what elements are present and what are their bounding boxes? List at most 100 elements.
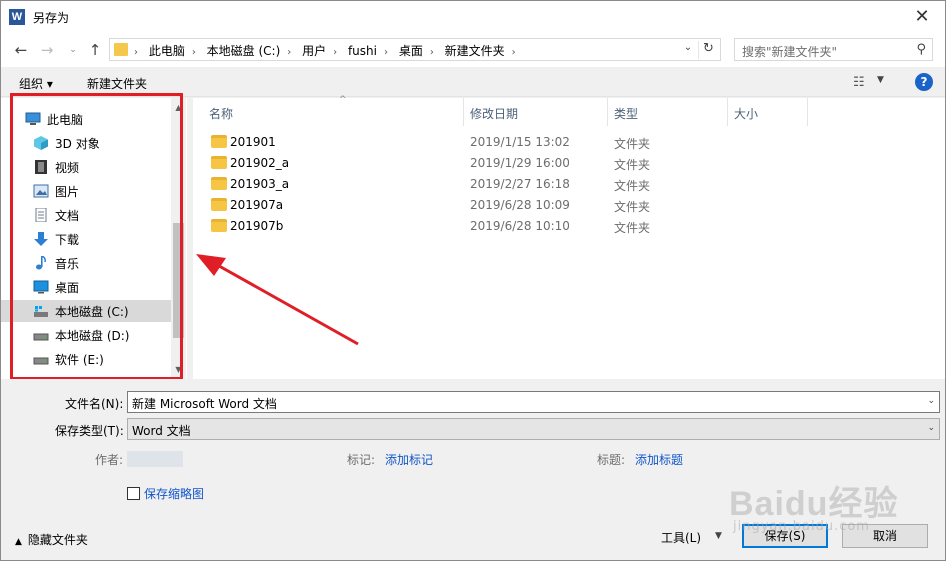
file-date: 2019/6/28 10:10 — [470, 219, 570, 233]
column-header-type[interactable]: 类型 — [608, 98, 728, 126]
folder-icon — [114, 43, 128, 56]
breadcrumb-item[interactable]: 此电脑 — [149, 44, 185, 58]
nav-scrollbar[interactable]: ▲ ▼ — [171, 98, 186, 379]
help-icon[interactable]: ? — [915, 73, 933, 91]
drive-icon — [33, 333, 49, 341]
save-thumbnail-checkbox[interactable] — [127, 487, 140, 500]
up-arrow-icon[interactable]: ↑ — [85, 40, 105, 60]
tags-label: 标记: — [347, 453, 376, 467]
filename-label: 文件名(N): — [65, 397, 124, 411]
nav-item-pictures[interactable]: 图片 — [1, 180, 171, 202]
folder-icon — [211, 156, 227, 169]
save-as-dialog: W 另存为 ✕ ← → ⌄ ↑ › 此电脑 › 本地磁盘 (C:) › 用户 › fu… — [0, 0, 946, 561]
hide-folders-toggle[interactable]: ▲ 隐藏文件夹 — [15, 531, 88, 548]
file-name: 201907b — [230, 219, 284, 233]
file-name: 201901 — [230, 135, 276, 149]
add-title-link[interactable]: 添加标题 — [635, 451, 683, 468]
nav-item-label: 软件 (E:) — [55, 353, 104, 367]
refresh-icon[interactable]: ↻ — [698, 41, 718, 59]
nav-item-music[interactable]: 音乐 — [1, 252, 171, 274]
file-date: 2019/1/15 13:02 — [470, 135, 570, 149]
navigation-pane: 此电脑 3D 对象 视频 图片 文档 下载 音乐 桌面 本地磁盘 (C:) 本地… — [1, 98, 187, 379]
nav-item-label: 图片 — [55, 185, 80, 199]
nav-item-label: 视频 — [55, 161, 80, 175]
file-row[interactable]: 201902_a 2019/1/29 16:00 文件夹 — [203, 153, 673, 174]
picture-icon — [33, 184, 49, 198]
save-button[interactable]: 保存(S) — [742, 524, 828, 548]
breadcrumb-item[interactable]: 用户 — [302, 44, 326, 58]
nav-item-documents[interactable]: 文档 — [1, 204, 171, 226]
folder-icon — [211, 198, 227, 211]
filetype-label: 保存类型(T): — [55, 424, 124, 438]
nav-item-label: 3D 对象 — [55, 137, 100, 151]
address-dropdown-chevron-icon[interactable]: ⌄ — [680, 42, 696, 53]
file-name: 201903_a — [230, 177, 290, 191]
file-type: 文件夹 — [614, 200, 651, 214]
nav-item-local-disk-d[interactable]: 本地磁盘 (D:) — [1, 324, 171, 346]
drive-icon — [33, 357, 49, 365]
file-row[interactable]: 201907a 2019/6/28 10:09 文件夹 — [203, 195, 673, 216]
nav-item-local-disk-c[interactable]: 本地磁盘 (C:) — [1, 300, 171, 322]
view-options-icon[interactable]: ☷ — [853, 75, 865, 90]
nav-item-desktop[interactable]: 桌面 — [1, 276, 171, 298]
column-header-label: 修改日期 — [470, 107, 519, 121]
file-row[interactable]: 201903_a 2019/2/27 16:18 文件夹 — [203, 174, 673, 195]
folder-icon — [211, 219, 227, 232]
scroll-down-icon[interactable]: ▼ — [171, 362, 186, 377]
folder-icon — [211, 135, 227, 148]
filename-field[interactable]: 新建 Microsoft Word 文档 ⌄ — [127, 391, 940, 413]
breadcrumb-item[interactable]: 新建文件夹 — [445, 44, 505, 58]
tools-button[interactable]: 工具(L) — [661, 529, 701, 546]
scroll-thumb[interactable] — [173, 223, 184, 338]
breadcrumb-item[interactable]: 本地磁盘 (C:) — [207, 44, 281, 58]
file-row[interactable]: 201907b 2019/6/28 10:10 文件夹 — [203, 216, 673, 237]
nav-item-label: 本地磁盘 (C:) — [55, 305, 129, 319]
chevron-down-icon[interactable]: ⌄ — [927, 396, 935, 406]
save-form: 文件名(N): 新建 Microsoft Word 文档 ⌄ 保存类型(T): … — [1, 379, 945, 560]
file-row[interactable]: 201901 2019/1/15 13:02 文件夹 — [203, 132, 673, 153]
film-icon — [35, 160, 47, 174]
add-tags-link[interactable]: 添加标记 — [385, 451, 433, 468]
sort-ascending-icon: ^ — [339, 95, 347, 105]
close-button[interactable]: ✕ — [899, 1, 945, 33]
scroll-up-icon[interactable]: ▲ — [171, 100, 186, 115]
organize-button[interactable]: 组织 ▾ — [19, 75, 53, 92]
desktop-icon — [33, 280, 49, 294]
filetype-select[interactable]: Word 文档 ⌄ — [127, 418, 940, 440]
breadcrumb-item[interactable]: fushi — [348, 44, 377, 58]
file-name: 201902_a — [230, 156, 290, 170]
search-placeholder: 搜索"新建文件夹" — [742, 45, 838, 59]
search-input[interactable]: 搜索"新建文件夹" ⚲ — [734, 38, 933, 61]
column-header-date[interactable]: 修改日期 — [464, 98, 608, 126]
cancel-button[interactable]: 取消 — [842, 524, 928, 548]
column-header-name[interactable]: 名称 ^ — [203, 95, 464, 126]
breadcrumb-item[interactable]: 桌面 — [399, 44, 423, 58]
nav-item-label: 本地磁盘 (D:) — [55, 329, 130, 343]
nav-item-videos[interactable]: 视频 — [1, 156, 171, 178]
filetype-value: Word 文档 — [132, 424, 191, 438]
back-arrow-icon[interactable]: ← — [11, 40, 31, 60]
nav-item-software-e[interactable]: 软件 (E:) — [1, 348, 171, 370]
filename-value: 新建 Microsoft Word 文档 — [132, 397, 277, 411]
document-icon — [35, 208, 47, 222]
forward-arrow-icon[interactable]: → — [37, 40, 57, 60]
nav-item-label: 文档 — [55, 209, 80, 223]
nav-item-3d-objects[interactable]: 3D 对象 — [1, 132, 171, 154]
new-folder-button[interactable]: 新建文件夹 — [87, 75, 147, 92]
cube-icon — [34, 136, 48, 150]
chevron-down-icon[interactable]: ⌄ — [927, 423, 935, 433]
view-dropdown-chevron-icon[interactable]: ▼ — [877, 75, 884, 85]
author-value[interactable] — [127, 451, 183, 467]
nav-item-this-pc[interactable]: 此电脑 — [1, 108, 171, 130]
column-header-size[interactable]: 大小 — [728, 98, 808, 126]
file-type: 文件夹 — [614, 221, 651, 235]
address-bar[interactable]: › 此电脑 › 本地磁盘 (C:) › 用户 › fushi › 桌面 › 新建文件夹 › … — [109, 38, 721, 61]
search-icon[interactable]: ⚲ — [916, 42, 926, 57]
nav-item-label: 此电脑 — [47, 113, 84, 127]
save-thumbnail-label[interactable]: 保存缩略图 — [144, 485, 204, 502]
nav-item-downloads[interactable]: 下载 — [1, 228, 171, 250]
file-date: 2019/2/27 16:18 — [470, 177, 570, 191]
nav-item-label: 音乐 — [55, 257, 80, 271]
tools-dropdown-icon[interactable]: ▼ — [715, 531, 722, 541]
recent-locations-chevron-icon[interactable]: ⌄ — [63, 40, 83, 60]
